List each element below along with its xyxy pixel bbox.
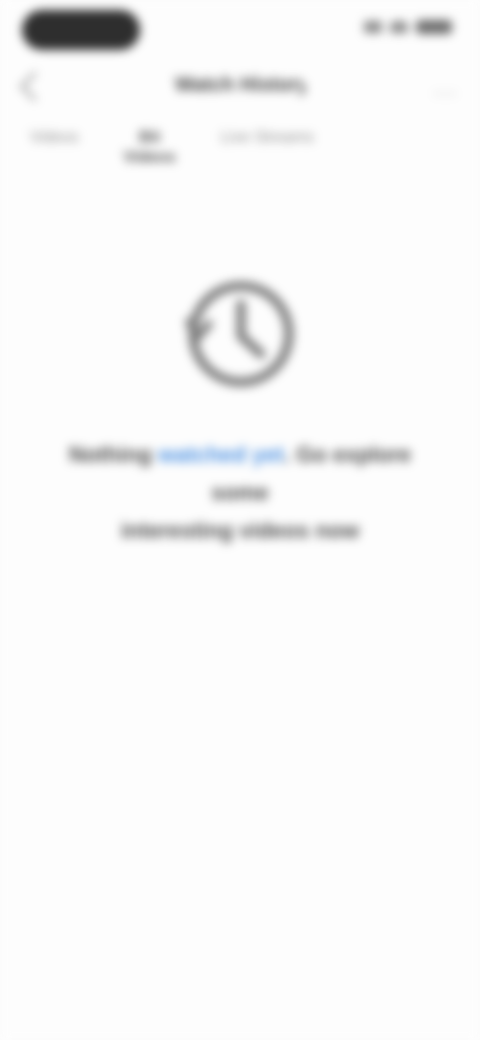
tab-bit-videos[interactable]: Bit Videos (115, 128, 185, 188)
tab-live-streams[interactable]: Live Streams (221, 128, 314, 188)
empty-text-second-line: interesting videos now (120, 518, 360, 543)
empty-text-before: Nothing (68, 442, 159, 467)
empty-state-message: Nothing watched yet. Go explore some int… (40, 436, 440, 550)
app-screen: Watch History ··· Videos Bit Videos Live… (0, 0, 480, 1040)
page-title: Watch History (175, 74, 305, 96)
status-pill (22, 10, 140, 50)
battery-icon (416, 20, 452, 34)
empty-state-link[interactable]: watched yet (158, 442, 284, 467)
tab-bar: Videos Bit Videos Live Streams (0, 128, 480, 188)
history-icon (185, 281, 294, 387)
back-arrow-icon[interactable] (19, 71, 50, 102)
wifi-icon (390, 21, 408, 33)
status-bar (0, 0, 480, 60)
empty-state: Nothing watched yet. Go explore some int… (0, 270, 480, 550)
more-options-icon[interactable]: ··· (433, 80, 458, 106)
nav-header: Watch History ··· (0, 62, 480, 112)
status-icons (364, 20, 452, 34)
signal-icon (364, 21, 382, 33)
tab-videos[interactable]: Videos (30, 128, 79, 188)
